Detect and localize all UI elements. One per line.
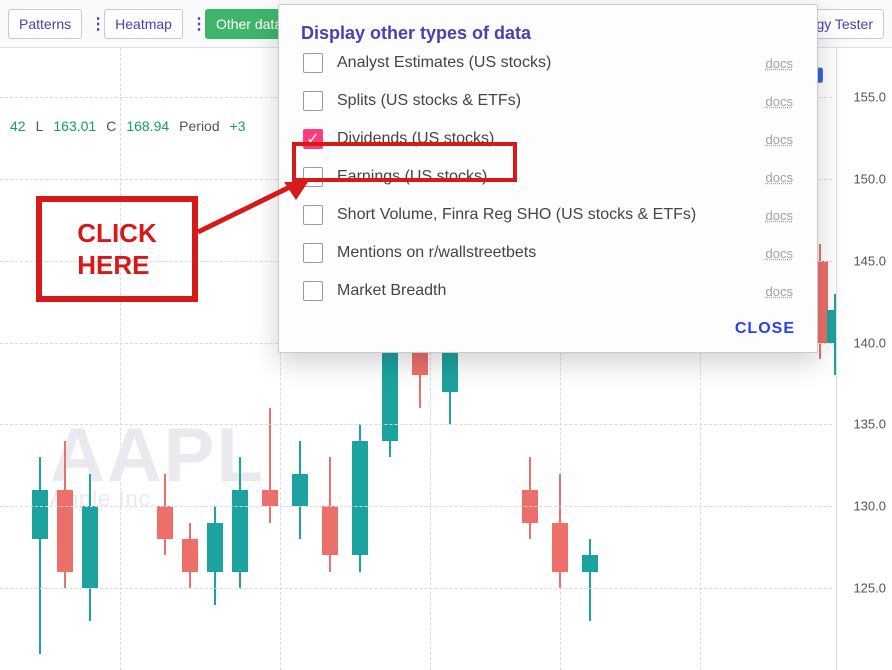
checkbox-checked-icon[interactable]: ✓ xyxy=(303,129,323,149)
candle xyxy=(230,457,250,588)
price-tick: 135.0 xyxy=(853,417,886,432)
click-here-callout: CLICK HERE xyxy=(36,196,198,302)
price-tick: 150.0 xyxy=(853,171,886,186)
docs-link[interactable]: docs xyxy=(766,208,793,223)
option-label: Earnings (US stocks) xyxy=(337,168,752,186)
option-row[interactable]: Earnings (US stocks) docs xyxy=(301,158,795,196)
option-label: Market Breadth xyxy=(337,282,752,300)
checkbox-unchecked-icon[interactable] xyxy=(303,243,323,263)
checkbox-unchecked-icon[interactable] xyxy=(303,167,323,187)
other-data-dialog: Display other types of data Analyst Esti… xyxy=(278,4,818,353)
period-label: Period xyxy=(179,118,219,134)
option-label: Analyst Estimates (US stocks) xyxy=(337,54,752,72)
option-row[interactable]: Market Breadth docs xyxy=(301,272,795,310)
price-tick: 155.0 xyxy=(853,90,886,105)
checkbox-unchecked-icon[interactable] xyxy=(303,281,323,301)
candle xyxy=(290,441,310,539)
heatmap-button[interactable]: Heatmap xyxy=(104,9,183,39)
candle xyxy=(550,474,570,589)
docs-link[interactable]: docs xyxy=(766,246,793,261)
checkbox-unchecked-icon[interactable] xyxy=(303,53,323,73)
candle xyxy=(350,424,370,571)
value-partial: 42 xyxy=(10,118,26,134)
option-row[interactable]: Mentions on r/wallstreetbets docs xyxy=(301,234,795,272)
candle xyxy=(580,539,600,621)
docs-link[interactable]: docs xyxy=(766,132,793,147)
price-axis: 155.0 150.0 145.0 140.0 135.0 130.0 125.0 xyxy=(836,48,892,670)
dialog-title: Display other types of data xyxy=(301,23,795,44)
price-tick: 130.0 xyxy=(853,499,886,514)
option-row[interactable]: Splits (US stocks & ETFs) docs xyxy=(301,82,795,120)
option-label: Splits (US stocks & ETFs) xyxy=(337,92,752,110)
option-label: Dividends (US stocks) xyxy=(337,130,752,148)
candle xyxy=(80,474,100,621)
patterns-button[interactable]: Patterns xyxy=(8,9,82,39)
option-row[interactable]: Short Volume, Finra Reg SHO (US stocks &… xyxy=(301,196,795,234)
low-label: L xyxy=(36,118,44,134)
checkbox-unchecked-icon[interactable] xyxy=(303,205,323,225)
candle xyxy=(205,506,225,604)
period-change: +3 xyxy=(230,118,246,134)
docs-link[interactable]: docs xyxy=(766,170,793,185)
callout-text: CLICK HERE xyxy=(77,217,156,282)
close-label: C xyxy=(106,118,116,134)
docs-link[interactable]: docs xyxy=(766,94,793,109)
option-row[interactable]: Analyst Estimates (US stocks) docs xyxy=(301,44,795,82)
option-row[interactable]: ✓ Dividends (US stocks) docs xyxy=(301,120,795,158)
candle xyxy=(30,457,50,653)
toolbar-separator-icon: ⋮ xyxy=(88,14,98,34)
candle xyxy=(55,441,75,588)
candle xyxy=(180,523,200,588)
low-value: 163.01 xyxy=(53,118,96,134)
docs-link[interactable]: docs xyxy=(766,284,793,299)
price-tick: 140.0 xyxy=(853,335,886,350)
candle xyxy=(320,457,340,572)
option-label: Short Volume, Finra Reg SHO (US stocks &… xyxy=(337,206,752,224)
price-tick: 125.0 xyxy=(853,581,886,596)
toolbar-separator-icon: ⋮ xyxy=(189,14,199,34)
checkbox-unchecked-icon[interactable] xyxy=(303,91,323,111)
close-value: 168.94 xyxy=(126,118,169,134)
option-label: Mentions on r/wallstreetbets xyxy=(337,244,752,262)
close-button[interactable]: CLOSE xyxy=(735,320,795,337)
price-tick: 145.0 xyxy=(853,253,886,268)
candle xyxy=(520,457,540,539)
candle xyxy=(155,474,175,556)
docs-link[interactable]: docs xyxy=(766,56,793,71)
